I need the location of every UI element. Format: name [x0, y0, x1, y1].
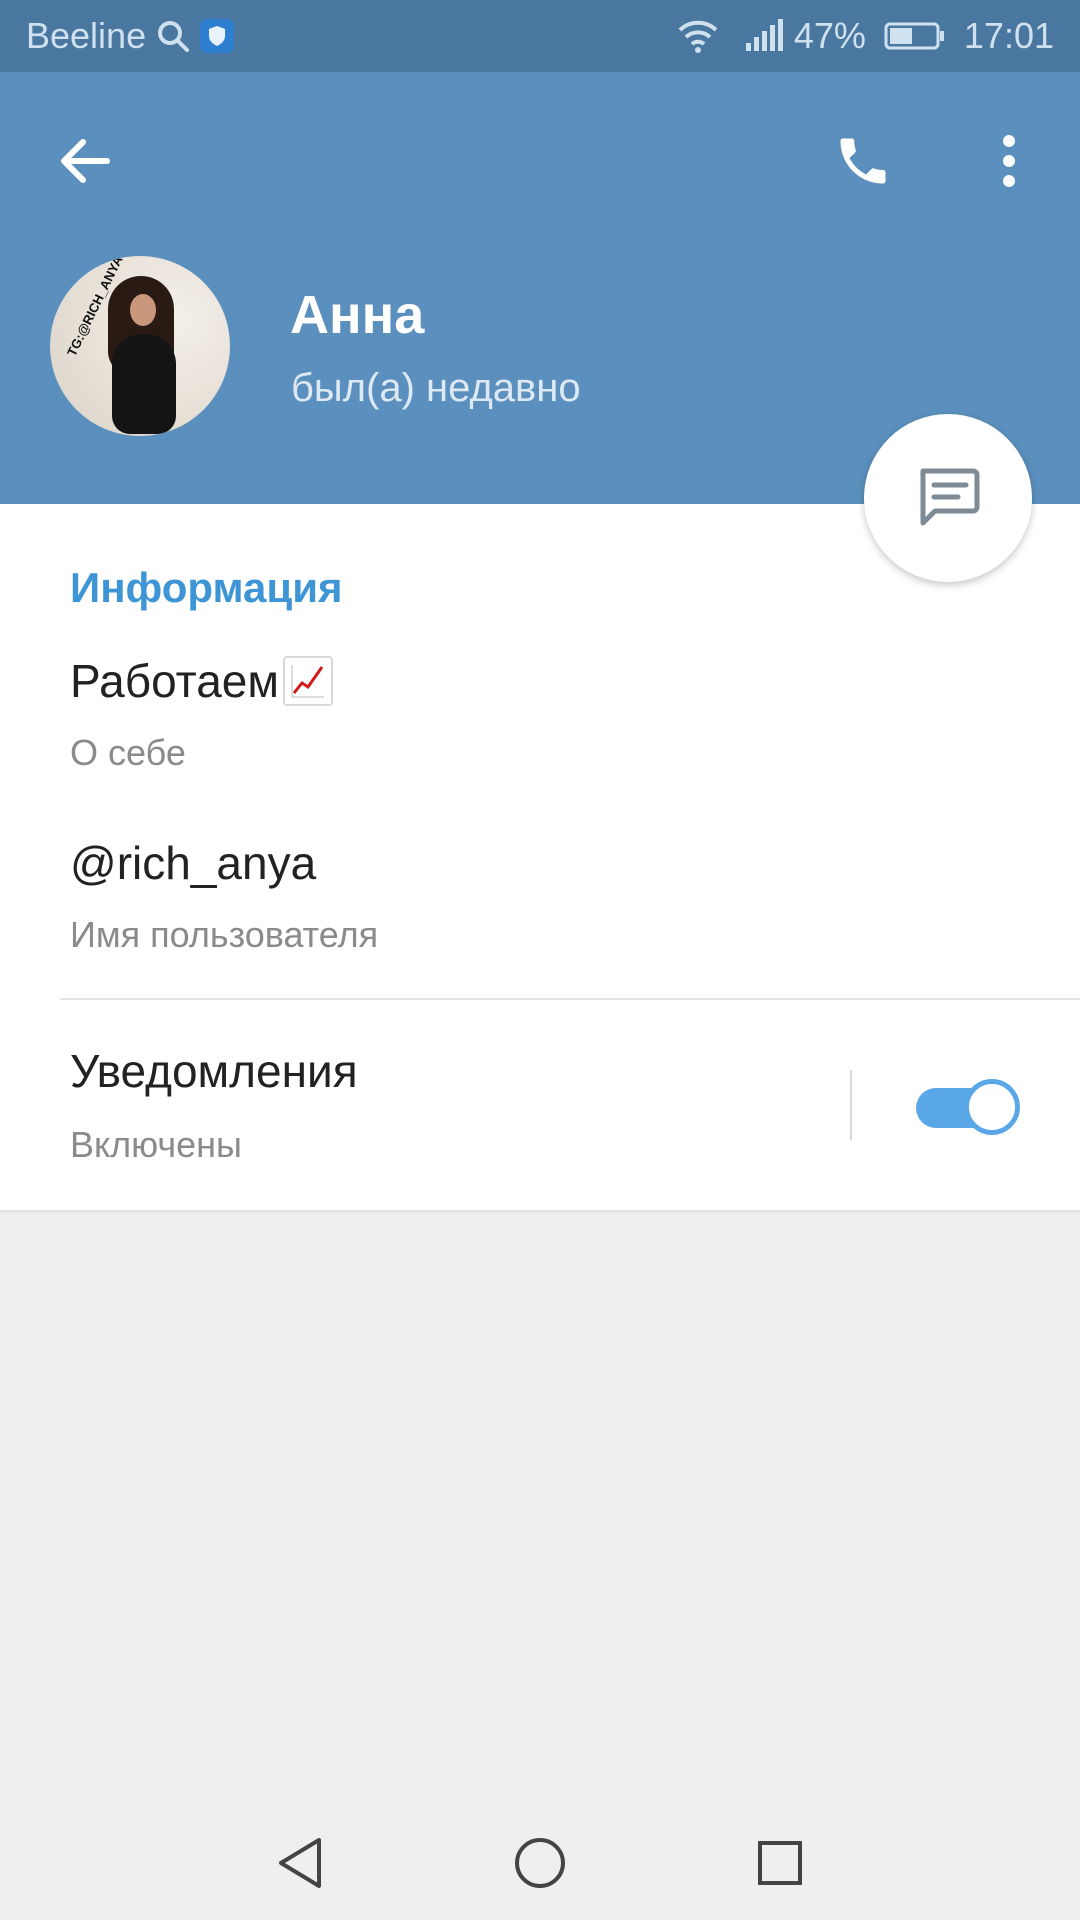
bio-text: Работаем [70, 655, 279, 707]
notifications-title[interactable]: Уведомления [70, 1044, 358, 1098]
nav-home-button[interactable] [480, 1810, 600, 1920]
search-icon [156, 19, 190, 53]
profile-name: Анна [290, 285, 425, 345]
nav-home-icon [513, 1836, 567, 1895]
section-title-info: Информация [70, 564, 343, 611]
toggle-thumb [964, 1079, 1020, 1135]
status-left: Beeline [26, 15, 235, 57]
avatar-figure-body [112, 334, 176, 434]
avatar-figure-face [130, 294, 156, 326]
status-bar: Beeline 47% 17:01 [0, 0, 1080, 72]
back-button[interactable] [40, 118, 130, 208]
nav-recent-icon [756, 1839, 804, 1892]
battery-percent: 47% [793, 15, 866, 56]
nav-back-icon [275, 1836, 325, 1895]
notifications-status: Включены [70, 1124, 242, 1165]
wifi-icon [676, 18, 720, 54]
phone-icon [833, 131, 893, 196]
carrier-name: Beeline [26, 15, 147, 56]
chart-increasing-icon [283, 656, 333, 706]
username-value[interactable]: @rich_anya [70, 836, 316, 890]
notifications-toggle[interactable] [914, 1076, 1020, 1136]
bio-label: О себе [70, 732, 186, 773]
vertical-divider [850, 1070, 852, 1140]
more-options-button[interactable] [964, 118, 1054, 208]
battery-icon [884, 21, 946, 51]
username-label: Имя пользователя [70, 914, 379, 955]
bio-value[interactable]: Работаем [70, 654, 333, 708]
system-nav-bar [0, 1810, 1080, 1920]
shield-icon [200, 19, 235, 53]
call-button[interactable] [818, 118, 908, 208]
message-icon [913, 461, 983, 536]
status-right: 47% 17:01 [676, 15, 1054, 57]
arrow-back-icon [59, 138, 111, 189]
more-vertical-icon [1001, 134, 1017, 192]
nav-back-button[interactable] [240, 1810, 360, 1920]
profile-last-seen: был(а) недавно [291, 366, 581, 410]
avatar[interactable]: TG:@RICH_ANYA [50, 256, 230, 436]
nav-recent-button[interactable] [720, 1810, 840, 1920]
send-message-button[interactable] [864, 414, 1032, 582]
signal-icon [744, 19, 784, 53]
divider [60, 998, 1080, 1000]
clock: 17:01 [963, 15, 1054, 56]
info-card: Информация Работаем О себе @rich_anya Им… [0, 504, 1080, 1210]
profile-screen: Beeline 47% 17:01 TG:@RICH_ANYA Анна был… [0, 0, 1080, 1920]
